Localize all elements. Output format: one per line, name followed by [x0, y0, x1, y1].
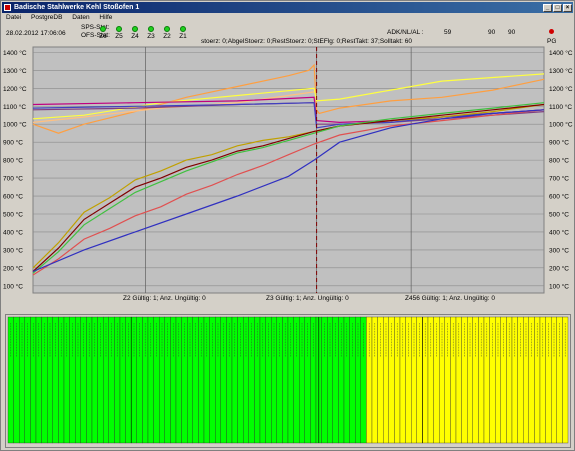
y-tick-label-right: 1200 °C: [549, 85, 573, 93]
zone-z2: Z2: [162, 26, 172, 40]
menu-daten[interactable]: Daten: [72, 14, 89, 21]
menu-hilfe[interactable]: Hilfe: [99, 14, 112, 21]
info-bar: 28.02.2012 17:06:06 SPS-Stat: OFS-Stat: …: [2, 23, 573, 47]
maximize-button[interactable]: □: [553, 4, 562, 12]
zone-z4: Z4: [130, 26, 140, 40]
y-tick-label-left: 1100 °C: [3, 103, 26, 111]
y-tick-label-right: 400 °C: [549, 228, 569, 236]
y-tick-label-right: 1300 °C: [549, 67, 573, 75]
y-tick-label-right: 1000 °C: [549, 121, 573, 129]
zone-led-icon: [164, 26, 170, 32]
temperature-chart: 1400 °C 1400 °C 1300 °C 1300 °C 1200 °C 1200 …: [3, 46, 573, 294]
y-tick-label-right: 900 °C: [549, 139, 569, 147]
y-tick-label-right: 500 °C: [549, 210, 569, 218]
zone-led-icon: [180, 26, 186, 32]
validity-status-row: Z2 Gültig: 1; Anz. Ungültig: 0 Z3 Gültig…: [1, 293, 575, 305]
value-b: 90: [508, 29, 516, 36]
datetime-label: 28.02.2012 17:06:06: [6, 30, 66, 37]
y-tick-label-left: 300 °C: [3, 246, 23, 254]
y-tick-label-right: 800 °C: [549, 157, 569, 165]
y-tick-label-left: 700 °C: [3, 175, 23, 183]
app-icon: [4, 4, 11, 11]
slab-status-panel: [5, 314, 571, 448]
zone-z5: Z5: [114, 26, 124, 40]
zone-led-icon: [132, 26, 138, 32]
y-tick-label-right: 200 °C: [549, 264, 569, 272]
zone-z1: Z1: [178, 26, 188, 40]
close-button[interactable]: ×: [563, 4, 572, 12]
adk-label: ADK/NL/AL :: [387, 29, 424, 36]
minimize-button[interactable]: _: [543, 4, 552, 12]
y-tick-label-left: 100 °C: [3, 282, 23, 290]
z2-validity-text: Z2 Gültig: 1; Anz. Ungültig: 0: [123, 295, 206, 302]
y-tick-label-left: 800 °C: [3, 157, 23, 165]
y-tick-label-right: 700 °C: [549, 175, 569, 183]
menu-datei[interactable]: Datei: [6, 14, 21, 21]
pg-label: PG: [547, 38, 557, 45]
y-tick-label-left: 1200 °C: [3, 85, 27, 93]
y-tick-label-left: 200 °C: [3, 264, 23, 272]
y-tick-label-left: 1300 °C: [3, 67, 27, 75]
title-bar[interactable]: Badische Stahlwerke Kehl Stoßofen 1 _ □ …: [2, 2, 573, 13]
z3-validity-text: Z3 Gültig: 1; Anz. Ungültig: 0: [266, 295, 349, 302]
application-window: Badische Stahlwerke Kehl Stoßofen 1 _ □ …: [0, 0, 575, 451]
adk-value: 59: [444, 29, 452, 36]
y-tick-label-right: 600 °C: [549, 193, 569, 201]
y-tick-label-right: 100 °C: [549, 282, 569, 290]
y-tick-label-left: 900 °C: [3, 139, 23, 147]
y-tick-label-right: 1400 °C: [549, 49, 573, 57]
y-tick-label-left: 500 °C: [3, 210, 23, 218]
y-tick-label-right: 300 °C: [549, 246, 569, 254]
zone-led-icon: [100, 26, 106, 32]
plot-area: [32, 46, 545, 294]
pg-status-icon: [549, 29, 554, 34]
zone-z3: Z3: [146, 26, 156, 40]
zone-z6: Z6: [98, 26, 108, 40]
window-title: Badische Stahlwerke Kehl Stoßofen 1: [14, 4, 140, 11]
zone-led-icon: [116, 26, 122, 32]
value-a: 90: [488, 29, 496, 36]
y-tick-label-left: 400 °C: [3, 228, 23, 236]
y-tick-label-left: 1000 °C: [3, 121, 27, 129]
menu-postgredb[interactable]: PostgreDB: [31, 14, 62, 21]
y-tick-label-right: 1100 °C: [549, 103, 572, 111]
menu-bar: Datei PostgreDB Daten Hilfe: [2, 13, 573, 23]
status-text: stoerz: 0;AbgelStoerz: 0;RestStoerz: 0;S…: [201, 38, 412, 45]
z456-validity-text: Z456 Gültig: 1; Anz. Ungültig: 0: [405, 295, 495, 302]
y-tick-label-left: 1400 °C: [3, 49, 27, 57]
y-tick-label-left: 600 °C: [3, 193, 23, 201]
zone-led-icon: [148, 26, 154, 32]
